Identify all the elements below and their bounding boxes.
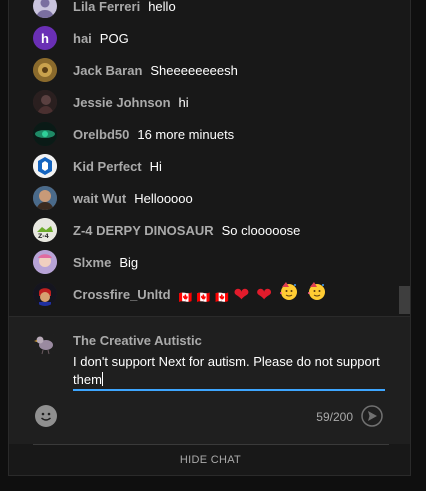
chat-author[interactable]: Slxme (73, 255, 111, 270)
canada-flag-emoji: 🇨🇦 (178, 292, 193, 304)
avatar-photo-icon[interactable] (33, 122, 57, 146)
red-heart-emoji: ❤ (256, 285, 272, 306)
chat-message-list[interactable]: Lila Ferreri hello h hai POG Jack Baran … (9, 0, 410, 316)
current-user-name: The Creative Autistic (73, 333, 202, 348)
hide-chat-button[interactable]: HIDE CHAT (9, 445, 410, 475)
avatar-photo-icon[interactable] (33, 282, 57, 306)
chat-message: Slxme Big (33, 246, 138, 278)
send-arrow-icon[interactable] (361, 405, 383, 427)
chat-input-panel: The Creative Autistic I don't support Ne… (9, 316, 410, 445)
avatar-photo-icon[interactable] (33, 186, 57, 210)
smiley-face-icon[interactable] (35, 405, 57, 427)
chat-message-input[interactable]: I don't support Next for autism. Please … (73, 353, 385, 391)
chat-author[interactable]: Lila Ferreri (73, 0, 140, 14)
chat-message: Lila Ferreri hello (33, 0, 176, 22)
chat-author[interactable]: hai (73, 31, 92, 46)
chat-message-text: hi (178, 94, 189, 110)
chat-author[interactable]: Jack Baran (73, 63, 142, 78)
chat-message-text: 16 more minuets (137, 126, 235, 142)
avatar-photo-icon[interactable] (33, 58, 57, 82)
partying-face-emoji (279, 282, 304, 305)
avatar-letter[interactable]: h (33, 26, 57, 50)
chat-author[interactable]: wait Wut (73, 191, 126, 206)
avatar-photo-icon[interactable] (33, 250, 57, 274)
chat-message-text: Sheeeeeeeesh (150, 62, 238, 78)
chat-message-text: Big (119, 254, 139, 270)
canada-flag-emoji: 🇨🇦 (196, 292, 211, 304)
chat-message-text: POG (99, 30, 129, 46)
chat-message: Jack Baran Sheeeeeeeesh (33, 54, 238, 86)
avatar-photo-icon[interactable]: Z-4 (33, 218, 57, 242)
text-caret (101, 372, 103, 386)
avatar-logo-icon[interactable] (33, 154, 57, 178)
chat-message: Kid Perfect Hi (33, 150, 162, 182)
chat-author[interactable]: Orelbd50 (73, 127, 129, 142)
chat-message: h hai POG (33, 22, 129, 54)
chat-message: Z-4 Z-4 DERPY DINOSAUR So clooooose (33, 214, 300, 246)
canada-flag-emoji: 🇨🇦 (215, 292, 229, 304)
chat-emoji-message: 🇨🇦 🇨🇦 🇨🇦 ❤ ❤ (179, 281, 332, 307)
chat-author[interactable]: Kid Perfect (73, 159, 142, 174)
chat-author[interactable]: Z-4 DERPY DINOSAUR (73, 223, 214, 238)
red-heart-emoji: ❤ (233, 285, 250, 306)
svg-text:Z-4: Z-4 (38, 233, 49, 240)
current-user-avatar (33, 331, 57, 355)
chat-message-text: Hi (149, 158, 162, 174)
chat-message: Crossfire_Unltd 🇨🇦 🇨🇦 🇨🇦 ❤ ❤ (33, 278, 331, 310)
chat-message-text: So clooooose (221, 222, 301, 238)
chat-message-text: hello (148, 0, 176, 14)
chat-message: Jessie Johnson hi (33, 86, 189, 118)
chat-author[interactable]: Crossfire_Unltd (73, 287, 171, 302)
avatar-photo-icon[interactable] (33, 90, 57, 114)
chat-message-text: Hellooooo (134, 190, 193, 206)
character-counter: 59/200 (316, 410, 353, 424)
chat-message: Orelbd50 16 more minuets (33, 118, 234, 150)
partying-face-emoji (307, 282, 327, 305)
live-chat-panel: Lila Ferreri hello h hai POG Jack Baran … (8, 0, 411, 476)
avatar-silhouette-icon[interactable] (33, 0, 57, 18)
chat-author[interactable]: Jessie Johnson (73, 95, 171, 110)
chat-message: wait Wut Hellooooo (33, 182, 193, 214)
chat-scrollbar-thumb[interactable] (399, 286, 410, 314)
chat-input-text: I don't support Next for autism. Please … (73, 354, 380, 387)
chat-scrollbar[interactable] (397, 0, 410, 316)
